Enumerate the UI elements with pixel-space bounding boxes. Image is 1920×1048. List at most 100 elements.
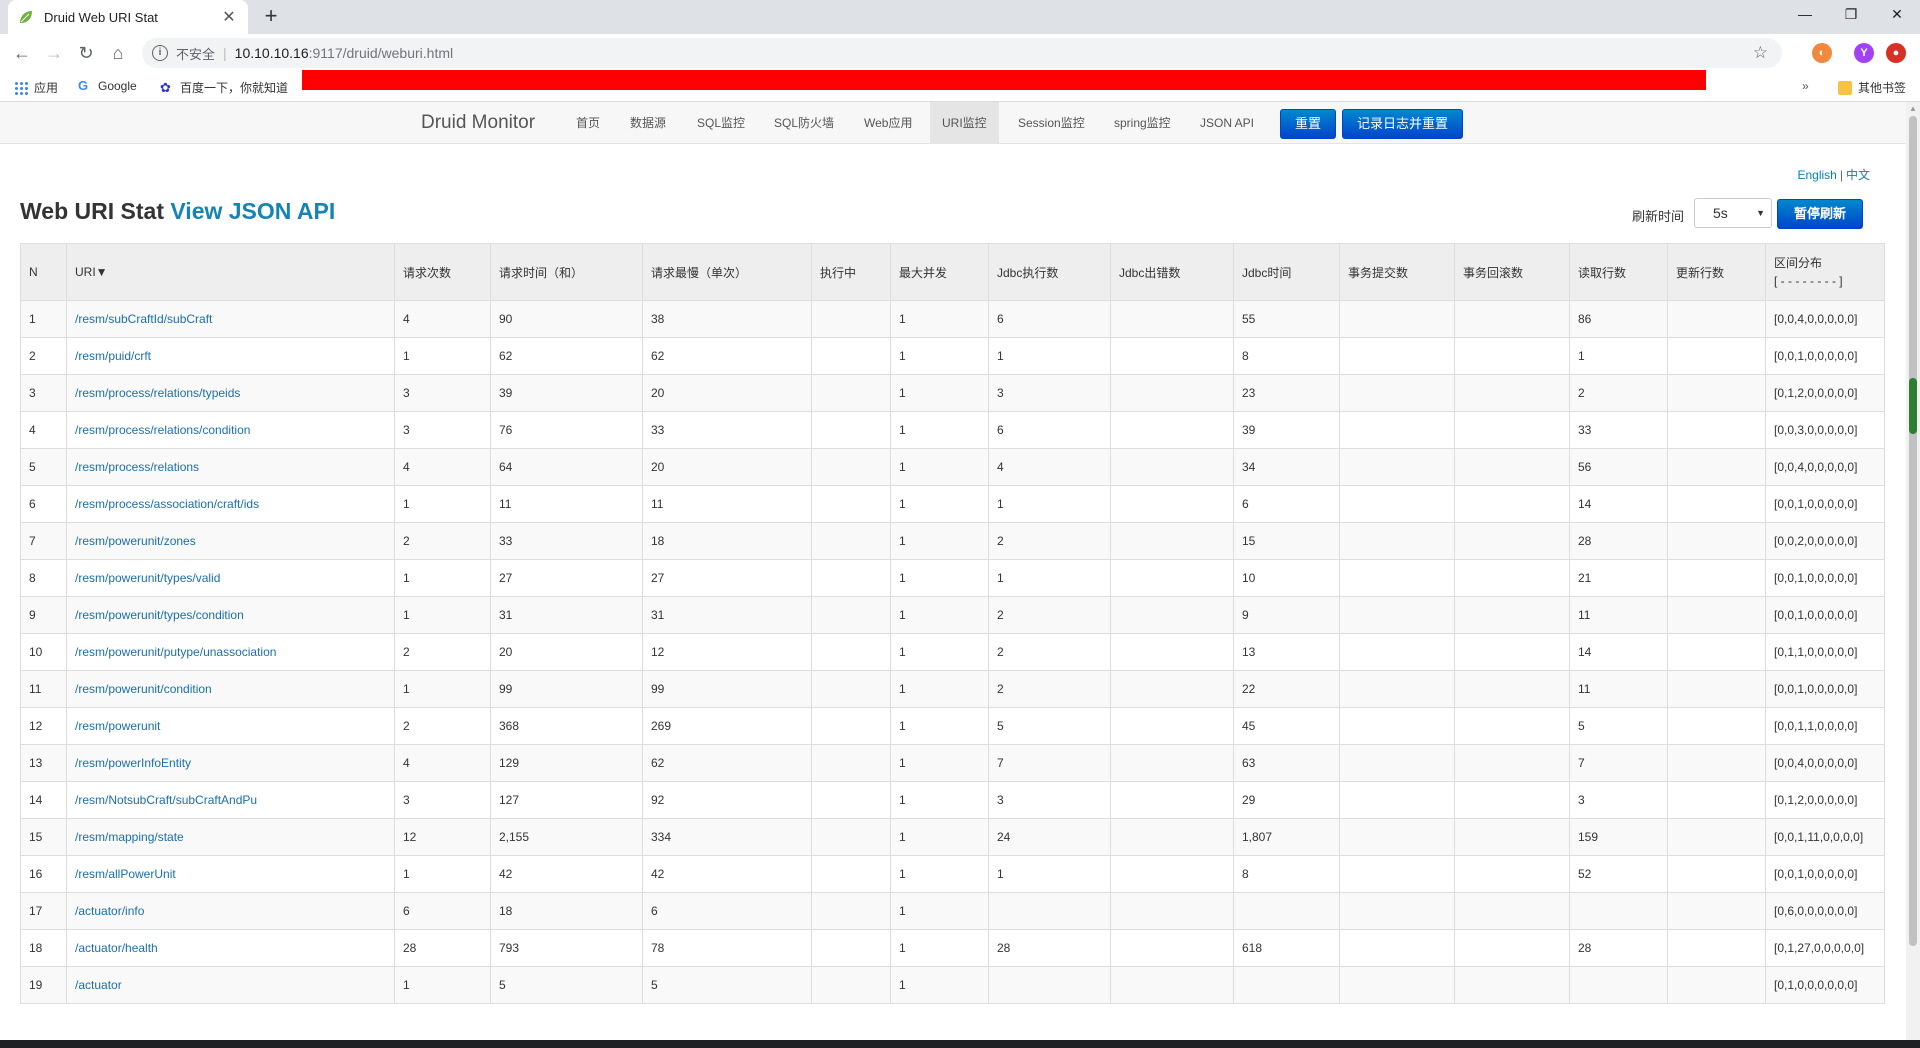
uri-link[interactable]: /resm/powerunit/putype/unassociation <box>75 645 276 659</box>
cell-running <box>811 855 891 893</box>
uri-link[interactable]: /actuator/health <box>75 941 158 955</box>
col-max-concurrency[interactable]: 最大并发 <box>890 243 989 301</box>
cell-request-slowest: 27 <box>642 559 812 597</box>
tab-close-icon[interactable]: ✕ <box>220 7 238 27</box>
reload-icon[interactable]: ↻ <box>72 39 100 67</box>
uri-link[interactable]: /resm/process/relations <box>75 460 199 474</box>
cell-jdbc-exec: 28 <box>988 929 1111 967</box>
uri-link[interactable]: /resm/subCraftId/subCraft <box>75 312 212 326</box>
log-and-reset-button[interactable]: 记录日志并重置 <box>1342 109 1464 139</box>
cell-tx-commit <box>1339 670 1455 708</box>
col-jdbc-time[interactable]: Jdbc时间 <box>1233 243 1340 301</box>
address-bar[interactable]: i 不安全 | 10.10.10.16 :9117/druid/weburi.h… <box>142 38 1782 68</box>
cell-request-slowest: 92 <box>642 781 812 819</box>
col-request-slowest[interactable]: 请求最慢（单次） <box>642 243 812 301</box>
nav-session[interactable]: Session监控 <box>1006 102 1097 144</box>
back-icon[interactable]: ← <box>8 39 36 67</box>
cell-request-time-sum: 18 <box>490 892 643 930</box>
profile-avatar[interactable]: Y <box>1854 43 1874 63</box>
uri-link[interactable]: /resm/powerunit/zones <box>75 534 196 548</box>
restore-icon[interactable]: ❐ <box>1828 0 1874 30</box>
uri-link[interactable]: /resm/mapping/state <box>75 830 184 844</box>
scrollbar-thumb[interactable] <box>1909 116 1917 946</box>
browser-tab[interactable]: Druid Web URI Stat ✕ <box>8 0 248 34</box>
col-tx-rollback[interactable]: 事务回滚数 <box>1454 243 1570 301</box>
uri-link[interactable]: /resm/allPowerUnit <box>75 867 176 881</box>
col-rows-updated[interactable]: 更新行数 <box>1667 243 1766 301</box>
info-icon[interactable]: i <box>152 45 168 61</box>
uri-link[interactable]: /resm/powerunit/types/valid <box>75 571 220 585</box>
nav-webapp[interactable]: Web应用 <box>852 102 924 144</box>
cell-rows-updated <box>1667 892 1766 930</box>
uri-link[interactable]: /resm/NotsubCraft/subCraftAndPu <box>75 793 257 807</box>
uri-link[interactable]: /actuator/info <box>75 904 144 918</box>
nav-spring[interactable]: spring监控 <box>1102 102 1183 144</box>
bookmark-apps[interactable]: 应用 <box>14 79 58 96</box>
cell-max-concurrency: 1 <box>890 559 989 597</box>
bookmark-star-icon[interactable]: ☆ <box>1753 43 1768 63</box>
cell-request-slowest: 12 <box>642 633 812 671</box>
col-rows-read[interactable]: 读取行数 <box>1569 243 1668 301</box>
lang-chinese[interactable]: 中文 <box>1846 168 1870 182</box>
nav-sql[interactable]: SQL监控 <box>685 102 757 144</box>
nav-json-api[interactable]: JSON API <box>1188 102 1266 144</box>
cell-histogram: [0,1,27,0,0,0,0,0] <box>1765 929 1885 967</box>
cell-request-time-sum: 76 <box>490 411 643 449</box>
page-scrollbar[interactable]: ▲ <box>1906 102 1920 1040</box>
minimize-icon[interactable]: — <box>1782 0 1828 30</box>
close-window-icon[interactable]: ✕ <box>1874 0 1920 30</box>
cell-tx-rollback <box>1454 744 1570 782</box>
forward-icon[interactable]: → <box>40 39 68 67</box>
uri-link[interactable]: /resm/process/association/craft/ids <box>75 497 259 511</box>
cell-request-count: 12 <box>394 818 491 856</box>
lang-english[interactable]: English <box>1798 168 1837 182</box>
extension-red-icon[interactable]: ● <box>1886 43 1906 63</box>
col-running[interactable]: 执行中 <box>811 243 891 301</box>
cell-request-count: 3 <box>394 411 491 449</box>
cell-request-time-sum: 2,155 <box>490 818 643 856</box>
cell-uri: /resm/subCraftId/subCraft <box>66 300 395 338</box>
bookmark-other[interactable]: 其他书签 <box>1838 79 1906 96</box>
uri-link[interactable]: /resm/powerunit/types/condition <box>75 608 244 622</box>
uri-link[interactable]: /resm/powerInfoEntity <box>75 756 191 770</box>
col-uri[interactable]: URI▼ <box>66 243 395 301</box>
uri-link[interactable]: /resm/powerunit/condition <box>75 682 212 696</box>
cell-request-time-sum: 64 <box>490 448 643 486</box>
uri-link[interactable]: /resm/process/relations/typeids <box>75 386 240 400</box>
nav-uri[interactable]: URI监控 <box>930 102 999 144</box>
uri-link[interactable]: /resm/powerunit <box>75 719 160 733</box>
extension-icon[interactable]: ◐ <box>1812 43 1832 63</box>
col-request-count[interactable]: 请求次数 <box>394 243 491 301</box>
more-bookmarks-icon[interactable]: » <box>1802 79 1809 93</box>
scroll-up-icon[interactable]: ▲ <box>1906 102 1920 116</box>
cell-max-concurrency: 1 <box>890 448 989 486</box>
col-n[interactable]: N <box>20 243 67 301</box>
brand[interactable]: Druid Monitor <box>421 112 535 134</box>
nav-sql-firewall[interactable]: SQL防火墙 <box>762 102 846 144</box>
view-json-api-link[interactable]: View JSON API <box>170 198 335 224</box>
home-icon[interactable]: ⌂ <box>104 39 132 67</box>
col-histogram[interactable]: 区间分布 [ - - - - - - - - ] <box>1765 243 1885 301</box>
bookmark-baidu[interactable]: ✿ 百度一下，你就知道 <box>160 79 288 96</box>
uri-link[interactable]: /resm/puid/crft <box>75 349 151 363</box>
new-tab-button[interactable]: + <box>258 4 284 30</box>
cell-histogram: [0,0,4,0,0,0,0,0] <box>1765 744 1885 782</box>
uri-link[interactable]: /resm/process/relations/condition <box>75 423 250 437</box>
reset-button[interactable]: 重置 <box>1280 109 1337 139</box>
refresh-interval-select[interactable]: 5s ▼ <box>1694 198 1772 228</box>
cell-request-slowest: 20 <box>642 448 812 486</box>
cell-request-count: 1 <box>394 966 491 1004</box>
cell-rows-read: 7 <box>1569 744 1668 782</box>
col-request-time-sum[interactable]: 请求时间（和） <box>490 243 643 301</box>
nav-datasource[interactable]: 数据源 <box>618 102 678 144</box>
col-tx-commit[interactable]: 事务提交数 <box>1339 243 1455 301</box>
col-jdbc-error[interactable]: Jdbc出错数 <box>1110 243 1234 301</box>
col-jdbc-exec[interactable]: Jdbc执行数 <box>988 243 1111 301</box>
cell-jdbc-time: 45 <box>1233 707 1340 745</box>
cell-n: 6 <box>20 485 67 523</box>
uri-link[interactable]: /actuator <box>75 978 122 992</box>
nav-home[interactable]: 首页 <box>564 102 612 144</box>
bookmark-google[interactable]: G Google <box>78 79 137 94</box>
cell-n: 11 <box>20 670 67 708</box>
pause-refresh-button[interactable]: 暂停刷新 <box>1777 199 1863 229</box>
